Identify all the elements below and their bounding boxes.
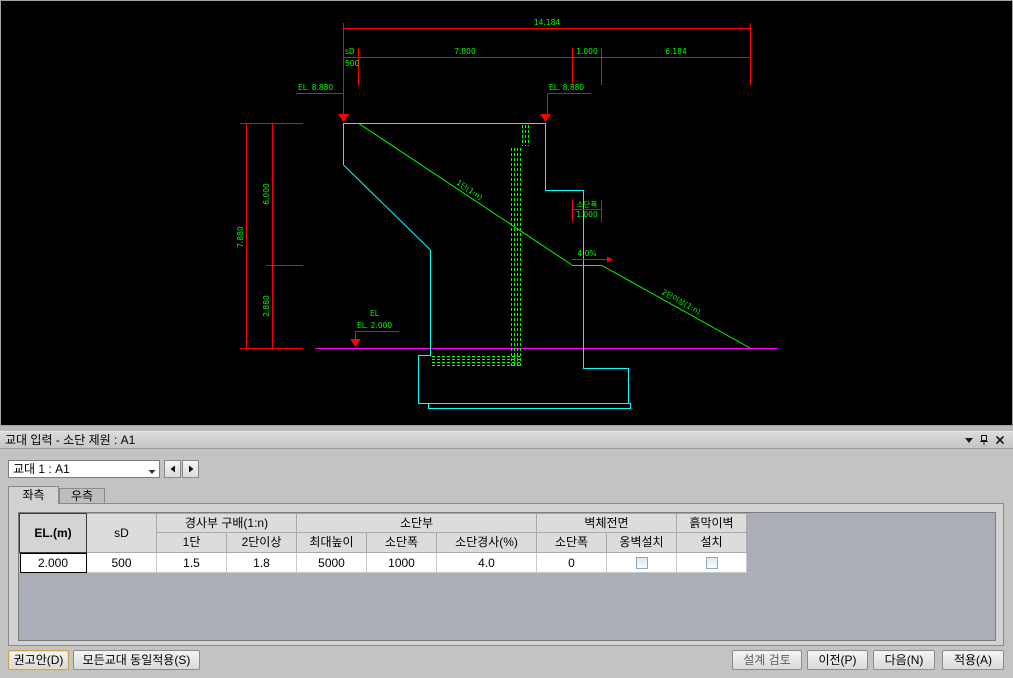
dimension-height-upper-text: 6.000 bbox=[262, 183, 271, 205]
berm-width-label: 소단폭 bbox=[577, 199, 598, 209]
header-wall-front-width: 소단폭 bbox=[536, 532, 607, 553]
elevation-ground-leader bbox=[355, 331, 399, 339]
arrow-left-icon bbox=[170, 465, 175, 473]
dimension-segment-3-text: 6.184 bbox=[665, 47, 687, 56]
elevation-ground-text: EL. 2.000 bbox=[357, 321, 392, 330]
abutment-stem-and-footing bbox=[418, 123, 629, 404]
design-check-button[interactable]: 설계 검토 bbox=[732, 650, 802, 670]
header-berm-max-height: 최대높이 bbox=[296, 532, 367, 553]
cell-wall-front-width[interactable]: 0 bbox=[536, 552, 607, 573]
dropdown-icon[interactable] bbox=[964, 435, 974, 445]
berm-annotations: 소단폭 1.000 4.0% bbox=[572, 199, 613, 263]
left-dimensions: 7.880 6.000 2.880 bbox=[236, 123, 303, 349]
arrow-right-icon bbox=[607, 256, 613, 263]
embankment-slope: 1단(1:n) 2단이상(1:n) bbox=[357, 122, 751, 349]
tab-right-side[interactable]: 우측 bbox=[59, 488, 105, 503]
elevation-top-right-marker-icon bbox=[540, 114, 551, 122]
elevation-ground-marker-icon bbox=[350, 339, 361, 347]
berm-spec-panel: 교대 1 : A1 좌측 우측 EL.(m) sD 경사부 구배(1:n) 소단… bbox=[0, 450, 1013, 678]
slope-line-1st bbox=[357, 122, 573, 266]
elevation-label: EL bbox=[370, 309, 380, 318]
header-sd: sD bbox=[86, 513, 157, 553]
dimension-height-lower-text: 2.880 bbox=[262, 295, 271, 317]
chevron-down-icon bbox=[148, 465, 156, 474]
header-earth-wall-group: 흙막이벽 bbox=[676, 513, 748, 533]
cell-el[interactable]: 2.000 bbox=[19, 552, 87, 573]
header-slope-2: 2단이상 bbox=[226, 532, 297, 553]
header-wall-front-group: 벽체전면 bbox=[535, 513, 678, 533]
dimension-sd-label: sD bbox=[345, 47, 355, 56]
abutment-select[interactable]: 교대 1 : A1 bbox=[8, 460, 160, 478]
dimension-total-text: 14.184 bbox=[534, 18, 560, 27]
panel-title: 교대 입력 - 소단 제원 : A1 bbox=[5, 433, 136, 447]
header-earth-wall-install: 설치 bbox=[676, 532, 748, 553]
close-icon[interactable] bbox=[995, 435, 1005, 445]
next-button[interactable]: 다음(N) bbox=[873, 650, 935, 670]
earth-wall-checkbox[interactable] bbox=[705, 557, 718, 570]
header-slope-group: 경사부 구배(1:n) bbox=[156, 513, 297, 533]
berm-slope-label: 4.0% bbox=[577, 249, 596, 258]
elevation-top-right-leader bbox=[547, 93, 591, 114]
cell-berm-max-height[interactable]: 5000 bbox=[296, 552, 367, 573]
dimension-segment-1-text: 7.800 bbox=[454, 47, 476, 56]
pin-icon[interactable] bbox=[979, 435, 989, 445]
tab-content: EL.(m) sD 경사부 구배(1:n) 소단부 벽체전면 흙막이벽 1단 2… bbox=[8, 503, 1004, 646]
dimension-height-total-text: 7.880 bbox=[236, 226, 245, 248]
abutment-front-haunch bbox=[343, 164, 431, 251]
cell-sd[interactable]: 500 bbox=[86, 552, 157, 573]
elevation-top-left-leader bbox=[296, 93, 344, 114]
header-berm-group: 소단부 bbox=[296, 513, 537, 533]
header-berm-width: 소단폭 bbox=[366, 532, 437, 553]
panel-title-bar[interactable]: 교대 입력 - 소단 제원 : A1 bbox=[0, 431, 1013, 449]
rebar-group bbox=[432, 125, 529, 368]
header-slope-1: 1단 bbox=[156, 532, 227, 553]
prev-abutment-button[interactable] bbox=[164, 460, 181, 478]
ground-elevation-marker: EL EL. 2.000 bbox=[350, 309, 399, 347]
previous-button[interactable]: 이전(P) bbox=[807, 650, 868, 670]
dimension-sd-value: 500 bbox=[345, 59, 360, 68]
table-row: 2.000 500 1.5 1.8 5000 1000 4.0 0 bbox=[19, 552, 748, 573]
abutment-select-value: 교대 1 : A1 bbox=[13, 462, 70, 476]
elevation-top-left-text: EL. 8.880 bbox=[298, 83, 333, 92]
retaining-wall-checkbox[interactable] bbox=[635, 557, 648, 570]
dimension-segment-2-text: 1.000 bbox=[576, 47, 598, 56]
cell-slope-2[interactable]: 1.8 bbox=[226, 552, 297, 573]
cell-berm-slope[interactable]: 4.0 bbox=[436, 552, 537, 573]
cell-earth-wall-install[interactable] bbox=[676, 552, 748, 573]
header-berm-slope: 소단경사(%) bbox=[436, 532, 537, 553]
next-abutment-button[interactable] bbox=[182, 460, 199, 478]
header-wall-front-retaining: 옹벽설치 bbox=[605, 532, 678, 553]
header-el: EL.(m) bbox=[19, 513, 87, 553]
slope-line-2nd bbox=[600, 264, 751, 349]
arrow-right-icon bbox=[188, 465, 193, 473]
cell-slope-1[interactable]: 1.5 bbox=[156, 552, 227, 573]
elevation-top-left-marker-icon bbox=[338, 114, 349, 122]
apply-all-abutments-button[interactable]: 모든교대 동일적용(S) bbox=[73, 650, 200, 670]
cell-berm-width[interactable]: 1000 bbox=[366, 552, 437, 573]
top-dimensions: 14.184 sD 500 7.800 1.000 6.184 bbox=[343, 18, 751, 93]
berm-width-value: 1.000 bbox=[576, 210, 598, 219]
elevation-top-right-text: EL. 8.880 bbox=[549, 83, 584, 92]
berm-spec-table: EL.(m) sD 경사부 구배(1:n) 소단부 벽체전면 흙막이벽 1단 2… bbox=[19, 513, 748, 573]
lean-concrete bbox=[428, 403, 631, 409]
tab-left-side[interactable]: 좌측 bbox=[8, 486, 59, 504]
abutment-section-drawing[interactable]: 14.184 sD 500 7.800 1.000 6.184 EL. 8.88… bbox=[1, 1, 1012, 425]
berm-grid-area[interactable]: EL.(m) sD 경사부 구배(1:n) 소단부 벽체전면 흙막이벽 1단 2… bbox=[18, 512, 996, 641]
top-elevation-markers: EL. 8.880 EL. 8.880 bbox=[296, 83, 591, 122]
apply-button[interactable]: 적용(A) bbox=[942, 650, 1004, 670]
cad-viewport[interactable]: 14.184 sD 500 7.800 1.000 6.184 EL. 8.88… bbox=[0, 0, 1013, 426]
recommend-button[interactable]: 권고안(D) bbox=[8, 650, 69, 670]
cell-wall-front-retaining[interactable] bbox=[605, 552, 678, 573]
